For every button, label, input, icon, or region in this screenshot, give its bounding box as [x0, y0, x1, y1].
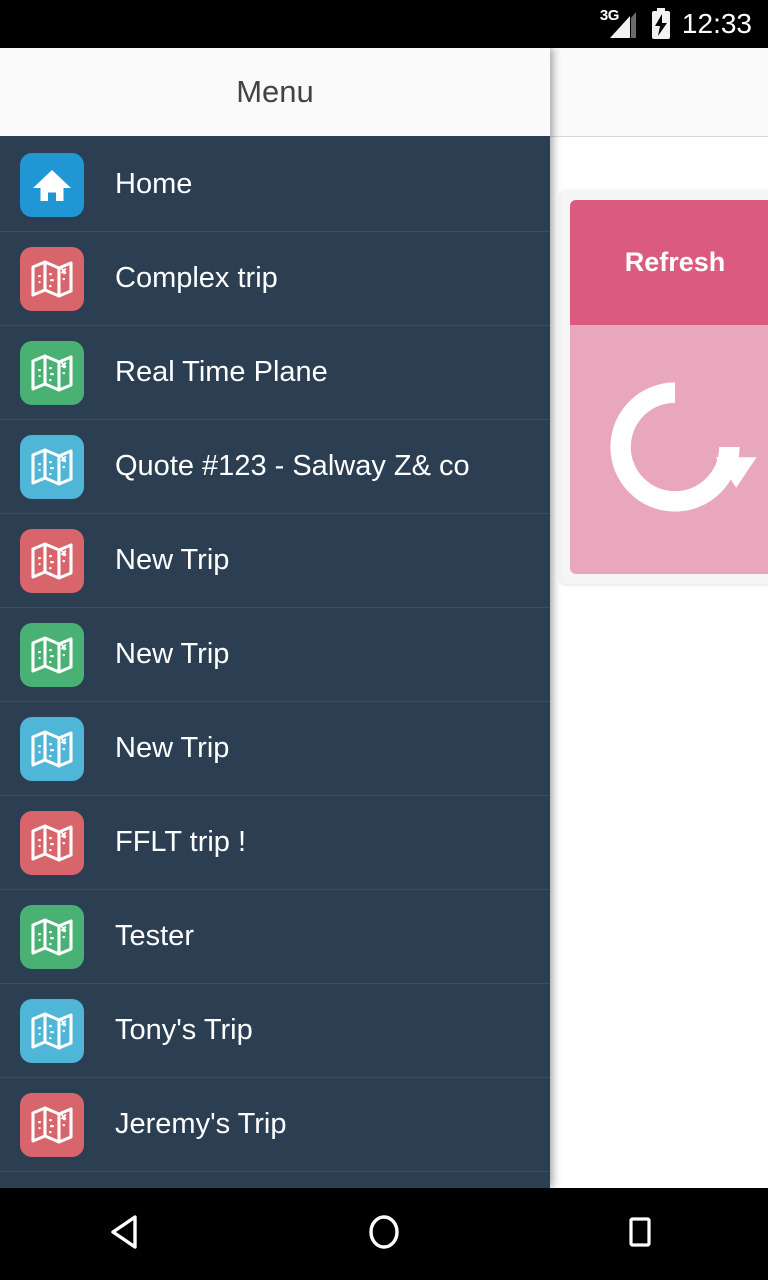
- battery-charging-icon: [650, 8, 672, 40]
- refresh-card-body: [570, 325, 768, 574]
- refresh-circle-icon[interactable]: [590, 362, 760, 537]
- home-button[interactable]: [256, 1188, 512, 1280]
- map-icon: [20, 904, 84, 969]
- status-bar: 3G 12:33: [0, 0, 768, 48]
- page-title: Menu: [236, 74, 314, 109]
- drawer-item-label: FFLT trip !: [115, 826, 247, 858]
- map-icon: [20, 434, 84, 499]
- drawer-item-list: Home Complex trip Real Time Plane Quote #12…: [0, 138, 550, 1172]
- drawer-item-label: Jeremy's Trip: [115, 1108, 287, 1140]
- drawer-item-label: Complex trip: [115, 262, 278, 294]
- drawer-item[interactable]: Quote #123 - Salway Z& co: [0, 420, 550, 514]
- drawer-item[interactable]: Home: [0, 138, 550, 232]
- map-icon: [20, 716, 84, 781]
- map-icon: [20, 998, 84, 1063]
- signal-bars-icon: 3G: [600, 8, 640, 40]
- drawer-item-label: New Trip: [115, 638, 230, 670]
- navigation-drawer: Menu Home Complex trip Real Time Plane Quot…: [0, 48, 550, 1188]
- drawer-item[interactable]: Tony's Trip: [0, 984, 550, 1078]
- back-button[interactable]: [0, 1188, 256, 1280]
- drawer-item[interactable]: Real Time Plane: [0, 326, 550, 420]
- drawer-item[interactable]: New Trip: [0, 608, 550, 702]
- android-screen: Refresh 3G 12:33 Menu Home Complex trip …: [0, 0, 768, 1280]
- clock-label: 12:33: [681, 8, 752, 39]
- map-icon: [20, 246, 84, 311]
- map-icon: [20, 528, 84, 593]
- drawer-item[interactable]: New Trip: [0, 702, 550, 796]
- drawer-item[interactable]: New Trip: [0, 514, 550, 608]
- map-icon: [20, 810, 84, 875]
- drawer-item[interactable]: Complex trip: [0, 232, 550, 326]
- drawer-item-label: New Trip: [115, 732, 230, 764]
- recents-square-icon: [618, 1210, 662, 1259]
- refresh-card[interactable]: Refresh: [560, 190, 768, 584]
- drawer-item-label: Tony's Trip: [115, 1014, 253, 1046]
- drawer-item-label: Home: [115, 168, 193, 200]
- system-navigation-bar: [0, 1188, 768, 1280]
- drawer-item[interactable]: Tester: [0, 890, 550, 984]
- drawer-item-label: New Trip: [115, 544, 230, 576]
- drawer-item[interactable]: FFLT trip !: [0, 796, 550, 890]
- drawer-item-label: Real Time Plane: [115, 356, 328, 388]
- map-icon: [20, 1092, 84, 1157]
- drawer-item-label: Tester: [115, 920, 194, 952]
- back-triangle-icon: [106, 1210, 150, 1259]
- drawer-item[interactable]: Jeremy's Trip: [0, 1078, 550, 1172]
- home-icon: [20, 152, 84, 217]
- refresh-card-title: Refresh: [570, 200, 768, 325]
- drawer-item-label: Quote #123 - Salway Z& co: [115, 450, 470, 482]
- drawer-header: Menu: [0, 48, 550, 138]
- home-circle-icon: [362, 1210, 406, 1259]
- map-icon: [20, 340, 84, 405]
- refresh-card-inner: Refresh: [570, 200, 768, 574]
- recents-button[interactable]: [512, 1188, 768, 1280]
- map-icon: [20, 622, 84, 687]
